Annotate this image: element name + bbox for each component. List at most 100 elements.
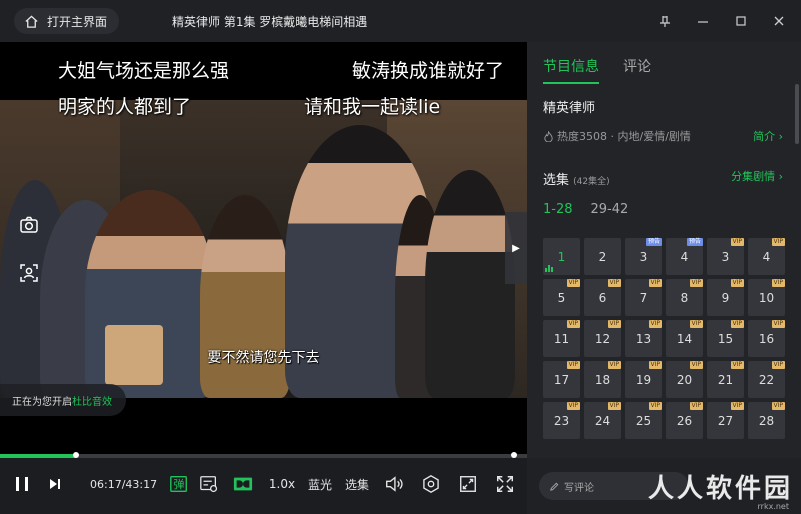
vip-badge: VIP bbox=[648, 320, 662, 328]
fullscreen-icon bbox=[497, 476, 513, 492]
speed-button[interactable]: 1.0x bbox=[269, 472, 295, 496]
episode-button[interactable]: 12 VIP bbox=[584, 320, 621, 357]
tab-program-info[interactable]: 节目信息 bbox=[543, 56, 599, 84]
settings-button[interactable] bbox=[420, 472, 442, 496]
vip-badge: VIP bbox=[566, 361, 580, 369]
episode-button[interactable]: 22 VIP bbox=[748, 361, 785, 398]
episode-number: 3 bbox=[639, 249, 648, 264]
episode-button[interactable]: 8 VIP bbox=[666, 279, 703, 316]
fullscreen-button[interactable] bbox=[494, 472, 516, 496]
pin-button[interactable] bbox=[657, 13, 673, 29]
next-episode-button[interactable] bbox=[44, 472, 66, 496]
episode-header-label: 选集 bbox=[543, 173, 570, 188]
episode-button[interactable]: 7 VIP bbox=[625, 279, 662, 316]
range-1-28[interactable]: 1-28 bbox=[543, 202, 573, 217]
quality-button[interactable]: 蓝光 bbox=[307, 472, 333, 496]
volume-button[interactable] bbox=[383, 472, 405, 496]
episode-button[interactable]: 20 VIP bbox=[666, 361, 703, 398]
window-controls bbox=[657, 0, 787, 42]
episode-button[interactable]: 28 VIP bbox=[748, 402, 785, 439]
episode-plot-link[interactable]: 分集剧情 › bbox=[731, 168, 783, 184]
episode-button[interactable]: 10 VIP bbox=[748, 279, 785, 316]
minimize-button[interactable] bbox=[695, 13, 711, 29]
face-recognition-button[interactable] bbox=[18, 262, 40, 284]
danmu-toggle-button[interactable]: 弹 bbox=[168, 472, 190, 496]
episode-button[interactable]: 9 VIP bbox=[707, 279, 744, 316]
episode-button[interactable]: 21 VIP bbox=[707, 361, 744, 398]
vip-badge: VIP bbox=[689, 402, 703, 410]
episode-number: 13 bbox=[635, 331, 652, 346]
danmu-settings-button[interactable] bbox=[198, 472, 220, 496]
episode-number: 20 bbox=[676, 372, 693, 387]
episode-button[interactable]: 18 VIP bbox=[584, 361, 621, 398]
episode-number: 25 bbox=[635, 413, 652, 428]
vip-badge: VIP bbox=[566, 320, 580, 328]
episodes-button[interactable]: 选集 bbox=[344, 472, 370, 496]
episode-button[interactable]: 25 VIP bbox=[625, 402, 662, 439]
maximize-icon bbox=[736, 16, 746, 26]
episode-button[interactable]: 16 VIP bbox=[748, 320, 785, 357]
episode-number: 4 bbox=[680, 249, 689, 264]
episode-button[interactable]: 24 VIP bbox=[584, 402, 621, 439]
episode-button[interactable]: 4 预告 bbox=[666, 238, 703, 275]
episode-number: 9 bbox=[721, 290, 730, 305]
mini-window-button[interactable] bbox=[457, 472, 479, 496]
vip-badge: VIP bbox=[607, 320, 621, 328]
screenshot-button[interactable] bbox=[18, 214, 40, 236]
episode-button[interactable]: 4 VIP bbox=[748, 238, 785, 275]
episode-button[interactable]: 3 VIP bbox=[707, 238, 744, 275]
episode-button[interactable]: 6 VIP bbox=[584, 279, 621, 316]
camera-icon bbox=[20, 216, 38, 233]
episode-number: 23 bbox=[553, 413, 570, 428]
danmu-comment: 大姐气场还是那么强 bbox=[58, 60, 230, 82]
close-icon bbox=[774, 16, 784, 26]
episode-button[interactable]: 17 VIP bbox=[543, 361, 580, 398]
episode-button[interactable]: 3 预告 bbox=[625, 238, 662, 275]
episode-number: 26 bbox=[676, 413, 693, 428]
episode-number: 21 bbox=[717, 372, 734, 387]
open-main-label: 打开主界面 bbox=[47, 14, 108, 29]
dolby-button[interactable] bbox=[232, 472, 254, 496]
episode-button[interactable]: 2 bbox=[584, 238, 621, 275]
danmu-comment: 请和我一起读lie bbox=[304, 96, 441, 118]
toast-prefix: 正在为您开启 bbox=[12, 396, 72, 408]
episode-number: 27 bbox=[717, 413, 734, 428]
episode-button[interactable]: 26 VIP bbox=[666, 402, 703, 439]
vip-badge: VIP bbox=[730, 320, 744, 328]
panel-scrollbar[interactable] bbox=[795, 84, 799, 144]
episode-number: 4 bbox=[762, 249, 771, 264]
episode-button[interactable]: 1 bbox=[543, 238, 580, 275]
woman-center bbox=[200, 195, 290, 398]
close-button[interactable] bbox=[771, 13, 787, 29]
vip-badge: VIP bbox=[689, 320, 703, 328]
vip-badge: VIP bbox=[689, 279, 703, 287]
panel-toggle-button[interactable]: ▶ bbox=[505, 212, 527, 284]
vip-badge: VIP bbox=[730, 238, 744, 246]
episode-button[interactable]: 5 VIP bbox=[543, 279, 580, 316]
volume-icon bbox=[386, 476, 403, 492]
episode-button[interactable]: 14 VIP bbox=[666, 320, 703, 357]
episode-number: 18 bbox=[594, 372, 611, 387]
episode-button[interactable]: 11 VIP bbox=[543, 320, 580, 357]
panel-tabs: 节目信息 评论 bbox=[543, 56, 651, 84]
intro-link[interactable]: 简介 › bbox=[753, 128, 783, 144]
vip-badge: VIP bbox=[771, 279, 785, 287]
pin-icon bbox=[660, 16, 670, 27]
episode-button[interactable]: 27 VIP bbox=[707, 402, 744, 439]
pause-button[interactable] bbox=[10, 472, 34, 496]
maximize-button[interactable] bbox=[733, 13, 749, 29]
video-player[interactable]: 大姐气场还是那么强 敏涛换成谁就好了 明家的人都到了 请和我一起读lie 要不然… bbox=[0, 42, 527, 454]
episode-button[interactable]: 19 VIP bbox=[625, 361, 662, 398]
open-main-button[interactable]: 打开主界面 bbox=[14, 8, 120, 34]
minimize-icon bbox=[698, 21, 708, 23]
toast-highlight: 杜比音效 bbox=[72, 396, 112, 408]
vip-badge: VIP bbox=[771, 402, 785, 410]
episode-button[interactable]: 15 VIP bbox=[707, 320, 744, 357]
range-29-42[interactable]: 29-42 bbox=[591, 202, 629, 217]
show-meta-text: 热度3508 · 内地/爱情/剧情 bbox=[557, 130, 691, 143]
episode-button[interactable]: 23 VIP bbox=[543, 402, 580, 439]
comment-placeholder: 写评论 bbox=[564, 482, 594, 494]
episode-grid: 1 2 3 预告 4 预告 3 VIP 4 VIP 5 VIP 6 VIP 7 VIP 8 VIP 9 VIP 10 VI… bbox=[543, 238, 787, 439]
episode-button[interactable]: 13 VIP bbox=[625, 320, 662, 357]
tab-comments[interactable]: 评论 bbox=[623, 56, 651, 84]
